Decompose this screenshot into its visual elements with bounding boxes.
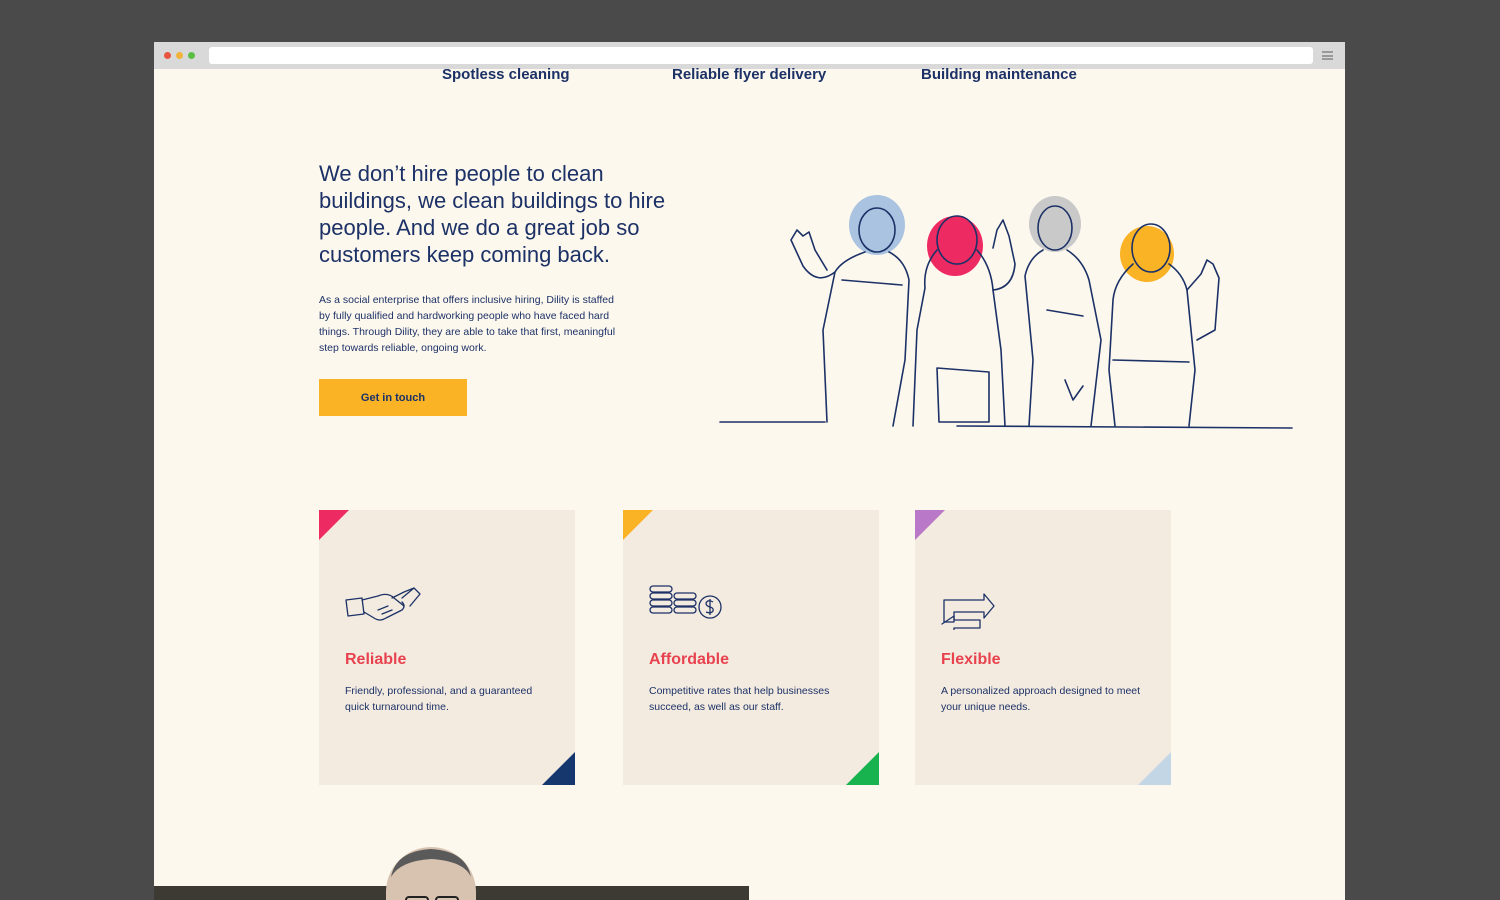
address-bar[interactable]: [209, 47, 1313, 64]
card-corner-accent: [1138, 752, 1171, 785]
browser-window: Spotless cleaning Reliable flyer deliver…: [154, 42, 1345, 900]
service-link-flyer-delivery[interactable]: Reliable flyer delivery: [672, 66, 826, 83]
feature-description: Friendly, professional, and a guaranteed…: [345, 685, 533, 713]
feature-card-affordable: Affordable Competitive rates that help b…: [623, 510, 879, 785]
services-row: Spotless cleaning Reliable flyer deliver…: [154, 66, 1345, 88]
coins-icon: [649, 585, 722, 619]
feature-title: Affordable: [649, 651, 729, 668]
get-in-touch-button[interactable]: Get in touch: [319, 379, 467, 416]
figures-outline: [719, 205, 1293, 429]
accent-blobs: [849, 195, 1174, 282]
minimize-window-icon[interactable]: [176, 52, 183, 59]
feature-description: Competitive rates that help businesses s…: [649, 685, 830, 713]
hamburger-icon[interactable]: [1322, 51, 1333, 60]
service-link-building-maintenance[interactable]: Building maintenance: [921, 66, 1077, 83]
team-line-illustration: [719, 195, 1293, 429]
close-window-icon[interactable]: [164, 52, 171, 59]
card-corner-accent: [915, 510, 945, 540]
browser-toolbar: [154, 42, 1345, 69]
arrows-exchange-icon: [941, 593, 995, 630]
maximize-window-icon[interactable]: [188, 52, 195, 59]
feature-title: Flexible: [941, 651, 1001, 668]
feature-card-flexible: Flexible A personalized approach designe…: [915, 510, 1171, 785]
feature-title: Reliable: [345, 651, 407, 668]
handshake-icon: [345, 587, 421, 621]
hero-headline: We don’t hire people to clean buildings,…: [319, 161, 666, 267]
person-photo: [386, 847, 476, 900]
service-link-cleaning[interactable]: Spotless cleaning: [442, 66, 570, 83]
card-corner-accent: [846, 752, 879, 785]
card-corner-accent: [542, 752, 575, 785]
feature-card-reliable: Reliable Friendly, professional, and a g…: [319, 510, 575, 785]
feature-description: A personalized approach designed to meet…: [941, 685, 1141, 713]
card-corner-accent: [623, 510, 653, 540]
hero-description: As a social enterprise that offers inclu…: [319, 294, 616, 354]
card-corner-accent: [319, 510, 349, 540]
